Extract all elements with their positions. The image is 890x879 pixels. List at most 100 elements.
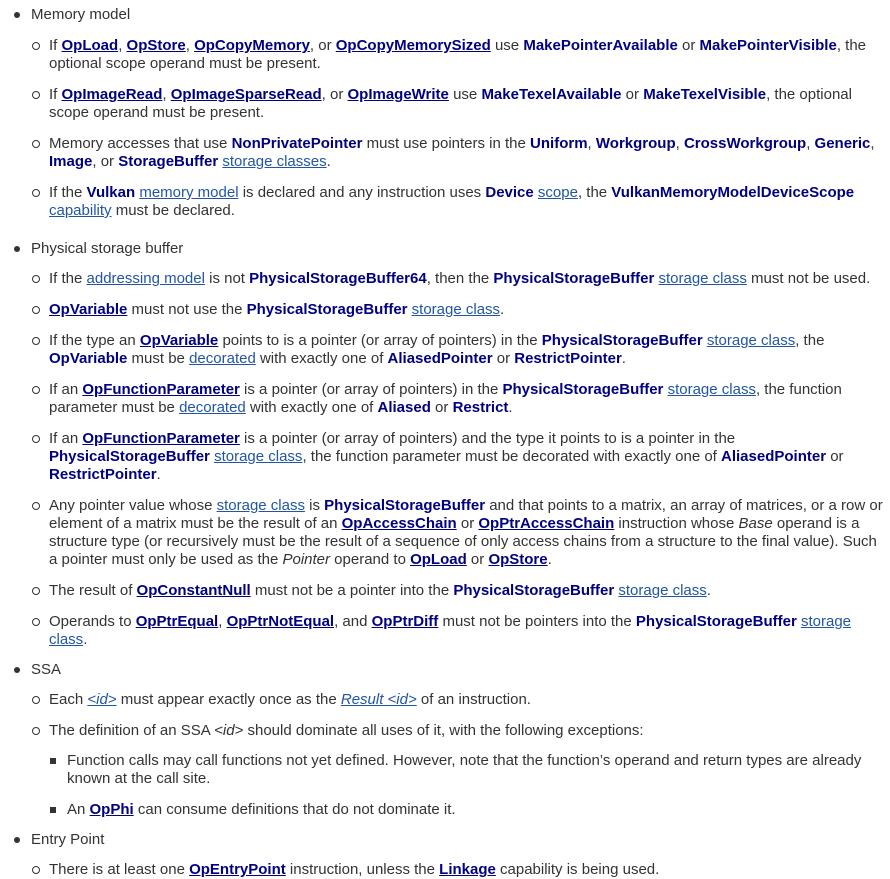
instruction-link[interactable]: OpVariable: [140, 332, 218, 349]
keyword: NonPrivatePointer: [231, 135, 363, 152]
rule-list: If the addressing model is not PhysicalS…: [31, 270, 890, 649]
instruction-link[interactable]: OpConstantNull: [137, 582, 251, 599]
text-run: with exactly one of: [255, 350, 388, 367]
keyword: Generic: [814, 135, 871, 152]
text-run: should dominate all uses of it, with the…: [243, 722, 644, 739]
text-run: operand to: [330, 551, 411, 568]
reference-link[interactable]: decorated: [189, 350, 256, 367]
text-run: Memory accesses that use: [49, 135, 232, 152]
reference-link[interactable]: storage class: [217, 497, 305, 514]
rule-list: If OpLoad, OpStore, OpCopyMemory, or OpC…: [31, 37, 890, 220]
instruction-link[interactable]: OpPhi: [90, 801, 134, 818]
rule-text: The definition of an SSA <id> should dom…: [49, 722, 884, 740]
section-title: Memory model: [14, 6, 890, 24]
text-run: The result of: [49, 582, 137, 599]
instruction-link[interactable]: OpPtrEqual: [136, 613, 219, 630]
keyword: Uniform: [530, 135, 588, 152]
keyword: Device: [485, 184, 534, 201]
section-memory-model: Memory model If OpLoad, OpStore, OpCopyM…: [0, 0, 890, 220]
keyword: RestrictPointer: [49, 466, 157, 483]
reference-link[interactable]: scope: [538, 184, 578, 201]
text-run: or: [826, 448, 844, 465]
reference-link[interactable]: capability: [49, 202, 112, 219]
keyword: Image: [49, 153, 93, 170]
text-run: , or: [309, 37, 336, 54]
text-run: Operands to: [49, 613, 136, 630]
text-run: , then the: [426, 270, 494, 287]
text-run: An: [67, 801, 90, 818]
instruction-link[interactable]: OpPtrAccessChain: [478, 515, 614, 532]
reference-link[interactable]: decorated: [179, 399, 246, 416]
instruction-link[interactable]: OpFunctionParameter: [82, 381, 240, 398]
text-run: is a pointer (or array of pointers) in t…: [239, 381, 503, 398]
text-run: , and: [334, 613, 372, 630]
keyword: OpVariable: [49, 350, 128, 367]
instruction-link[interactable]: OpCopyMemory: [194, 37, 310, 54]
reference-link[interactable]: <id>: [87, 691, 116, 708]
emphasis: <id>: [214, 722, 244, 739]
reference-link[interactable]: memory model: [139, 184, 238, 201]
keyword: Workgroup: [595, 135, 676, 152]
rule-item: If the addressing model is not PhysicalS…: [31, 270, 890, 288]
text-run: with exactly one of: [245, 399, 378, 416]
text-run: ,: [162, 86, 171, 103]
text-run: ,: [806, 135, 815, 152]
exception-item: Function calls may call functions not ye…: [49, 752, 884, 788]
reference-link[interactable]: storage class: [214, 448, 302, 465]
keyword: RestrictPointer: [514, 350, 622, 367]
text-run: use: [448, 86, 482, 103]
rule-item: There is at least one OpEntryPoint instr…: [31, 861, 890, 879]
instruction-link[interactable]: OpStore: [127, 37, 186, 54]
keyword: StorageBuffer: [118, 153, 219, 170]
instruction-link[interactable]: OpPtrDiff: [372, 613, 439, 630]
instruction-link[interactable]: OpEntryPoint: [189, 861, 286, 878]
rule-item: If OpImageRead, OpImageSparseRead, or Op…: [31, 86, 890, 122]
instruction-link[interactable]: OpFunctionParameter: [82, 430, 240, 447]
text-run: .: [706, 582, 711, 599]
text-run: must use pointers in the: [362, 135, 531, 152]
reference-link[interactable]: addressing model: [87, 270, 205, 287]
rule-item: If an OpFunctionParameter is a pointer (…: [31, 381, 890, 417]
text-run: points to is a pointer (or array of poin…: [218, 332, 542, 349]
reference-link[interactable]: Result <id>: [341, 691, 417, 708]
instruction-link[interactable]: OpImageRead: [62, 86, 163, 103]
section-title: Entry Point: [14, 831, 890, 849]
text-run: .: [326, 153, 331, 170]
keyword: AliasedPointer: [721, 448, 827, 465]
reference-link[interactable]: storage classes: [222, 153, 326, 170]
instruction-link[interactable]: OpImageSparseRead: [171, 86, 322, 103]
text-run: The definition of an SSA: [49, 722, 215, 739]
instruction-link[interactable]: OpLoad: [410, 551, 467, 568]
rule-item: Each <id> must appear exactly once as th…: [31, 691, 890, 709]
reference-link[interactable]: storage class: [412, 301, 500, 318]
rule-item: The definition of an SSA <id> should dom…: [31, 722, 890, 819]
instruction-link[interactable]: OpAccessChain: [342, 515, 457, 532]
section-ssa: SSA Each <id> must appear exactly once a…: [0, 661, 890, 819]
text-run: must not be pointers into the: [438, 613, 636, 630]
instruction-link[interactable]: OpCopyMemorySized: [336, 37, 491, 54]
reference-link[interactable]: storage class: [658, 270, 746, 287]
text-run: Function calls may call functions not ye…: [67, 752, 862, 787]
keyword: PhysicalStorageBuffer: [502, 381, 664, 398]
reference-link[interactable]: storage class: [668, 381, 756, 398]
text-run: instruction, unless the: [285, 861, 440, 878]
text-run: or: [621, 86, 644, 103]
text-run: must be declared.: [111, 202, 235, 219]
instruction-link[interactable]: Linkage: [439, 861, 496, 878]
text-run: is not: [204, 270, 250, 287]
validation-rules-list: Memory model If OpLoad, OpStore, OpCopyM…: [0, 0, 890, 879]
instruction-link[interactable]: OpImageWrite: [347, 86, 448, 103]
instruction-link[interactable]: OpStore: [488, 551, 547, 568]
instruction-link[interactable]: OpVariable: [49, 301, 127, 318]
text-run: is: [304, 497, 325, 514]
instruction-link[interactable]: OpLoad: [62, 37, 119, 54]
keyword: PhysicalStorageBuffer: [453, 582, 615, 599]
rule-item: Any pointer value whose storage class is…: [31, 497, 890, 569]
instruction-link[interactable]: OpPtrNotEqual: [227, 613, 335, 630]
reference-link[interactable]: storage class: [618, 582, 706, 599]
reference-link[interactable]: storage class: [707, 332, 795, 349]
text-run: or: [466, 551, 489, 568]
text-run: use: [490, 37, 524, 54]
text-run: must not be used.: [746, 270, 871, 287]
rule-item: If the type an OpVariable points to is a…: [31, 332, 890, 368]
